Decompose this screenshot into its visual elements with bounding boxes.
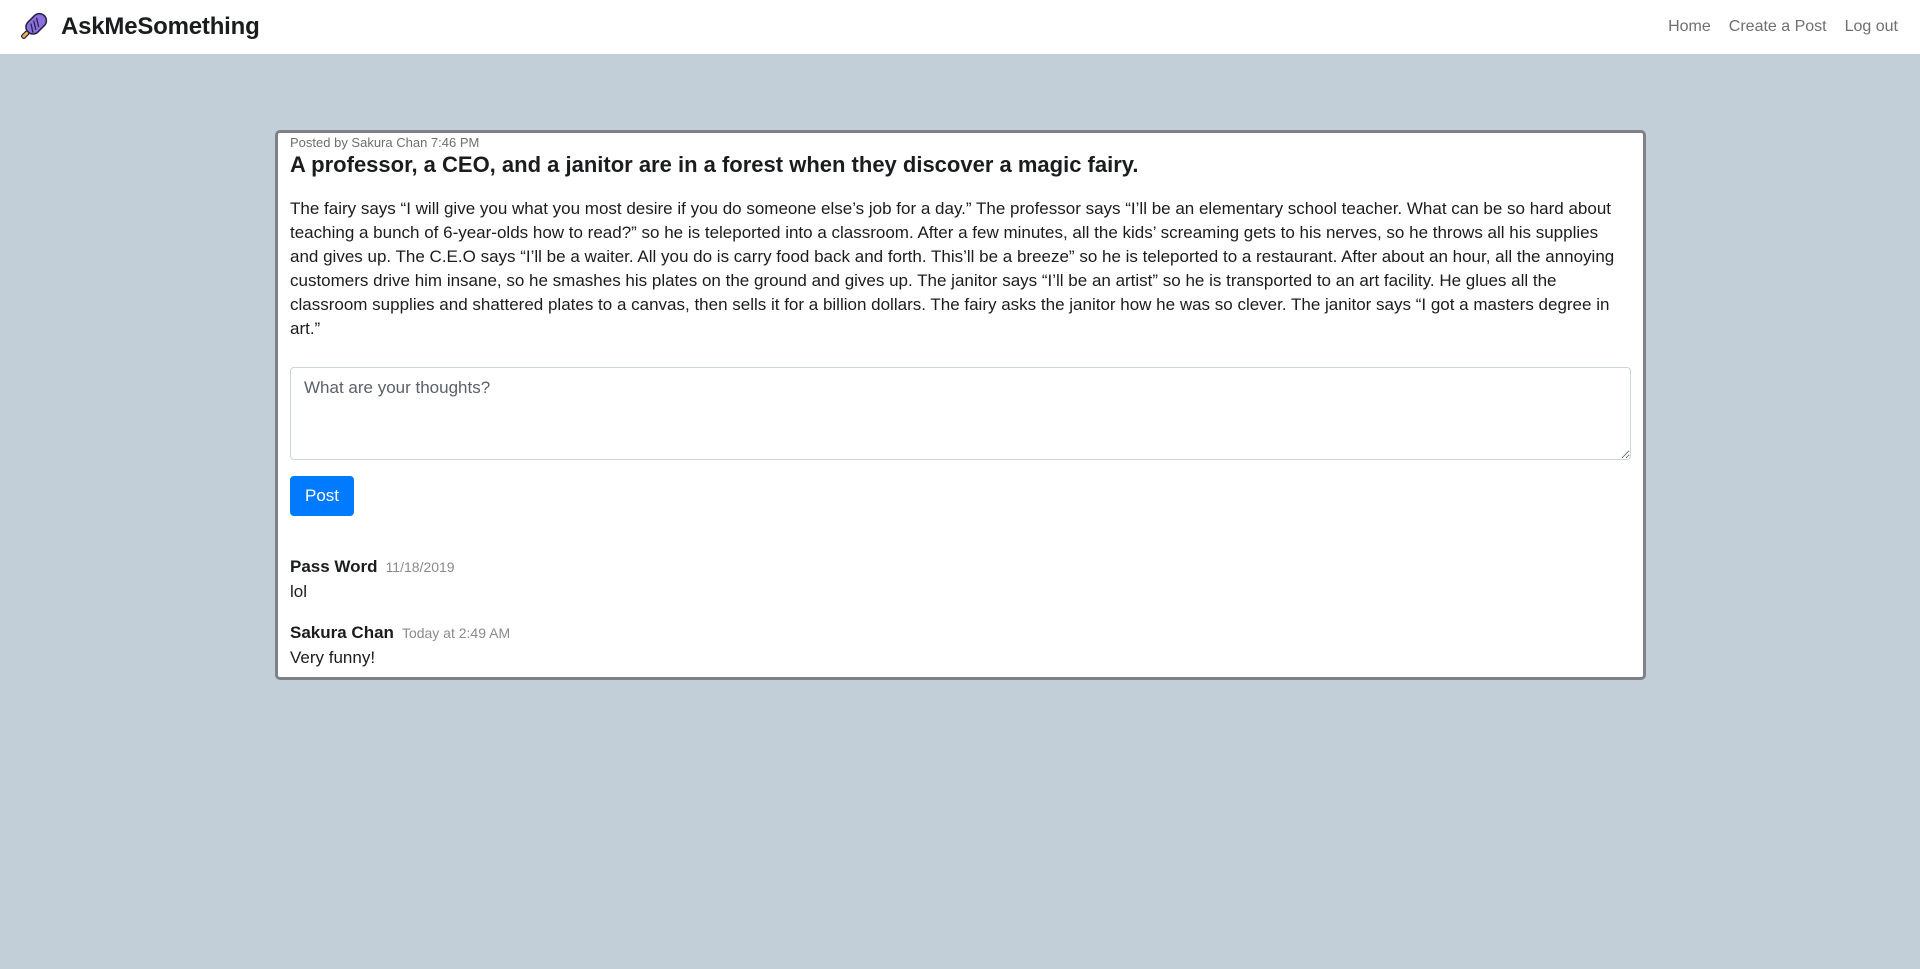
comment-text: Very funny! (290, 648, 376, 667)
comment-date: 11/18/2019 (385, 559, 455, 575)
nav-logout-link[interactable]: Log out (1845, 18, 1898, 36)
comment-text: lol (290, 582, 308, 601)
brand-home-link[interactable]: AskMeSomething (16, 10, 260, 44)
comment-header: Sakura Chan Today at 2:49 AM (290, 622, 1631, 644)
nav-links: Home Create a Post Log out (1668, 18, 1904, 36)
nav-home-link[interactable]: Home (1668, 18, 1711, 36)
comment-item: Sakura Chan Today at 2:49 AM Very funny! (290, 622, 1631, 670)
comment-input[interactable] (290, 367, 1631, 460)
post-comment-button[interactable]: Post (290, 476, 354, 516)
nav-create-post-link[interactable]: Create a Post (1729, 18, 1827, 36)
app-title: AskMeSomething (61, 13, 260, 40)
post-body: The fairy says “I will give you what you… (290, 199, 1615, 338)
comments-list: Pass Word 11/18/2019 lol Sakura Chan Tod… (290, 556, 1631, 670)
post-meta: Posted by Sakura Chan 7:46 PM (290, 135, 480, 150)
popsicle-icon (21, 12, 48, 39)
comment-author[interactable]: Pass Word (290, 556, 378, 578)
comment-author[interactable]: Sakura Chan (290, 622, 394, 644)
comment-item: Pass Word 11/18/2019 lol (290, 556, 1631, 604)
post-card: Posted by Sakura Chan 7:46 PM A professo… (275, 130, 1646, 680)
comment-header: Pass Word 11/18/2019 (290, 556, 1631, 578)
post-title: A professor, a CEO, and a janitor are in… (290, 152, 1139, 177)
comment-date: Today at 2:49 AM (401, 625, 511, 641)
top-navbar: AskMeSomething Home Create a Post Log ou… (0, 0, 1920, 54)
